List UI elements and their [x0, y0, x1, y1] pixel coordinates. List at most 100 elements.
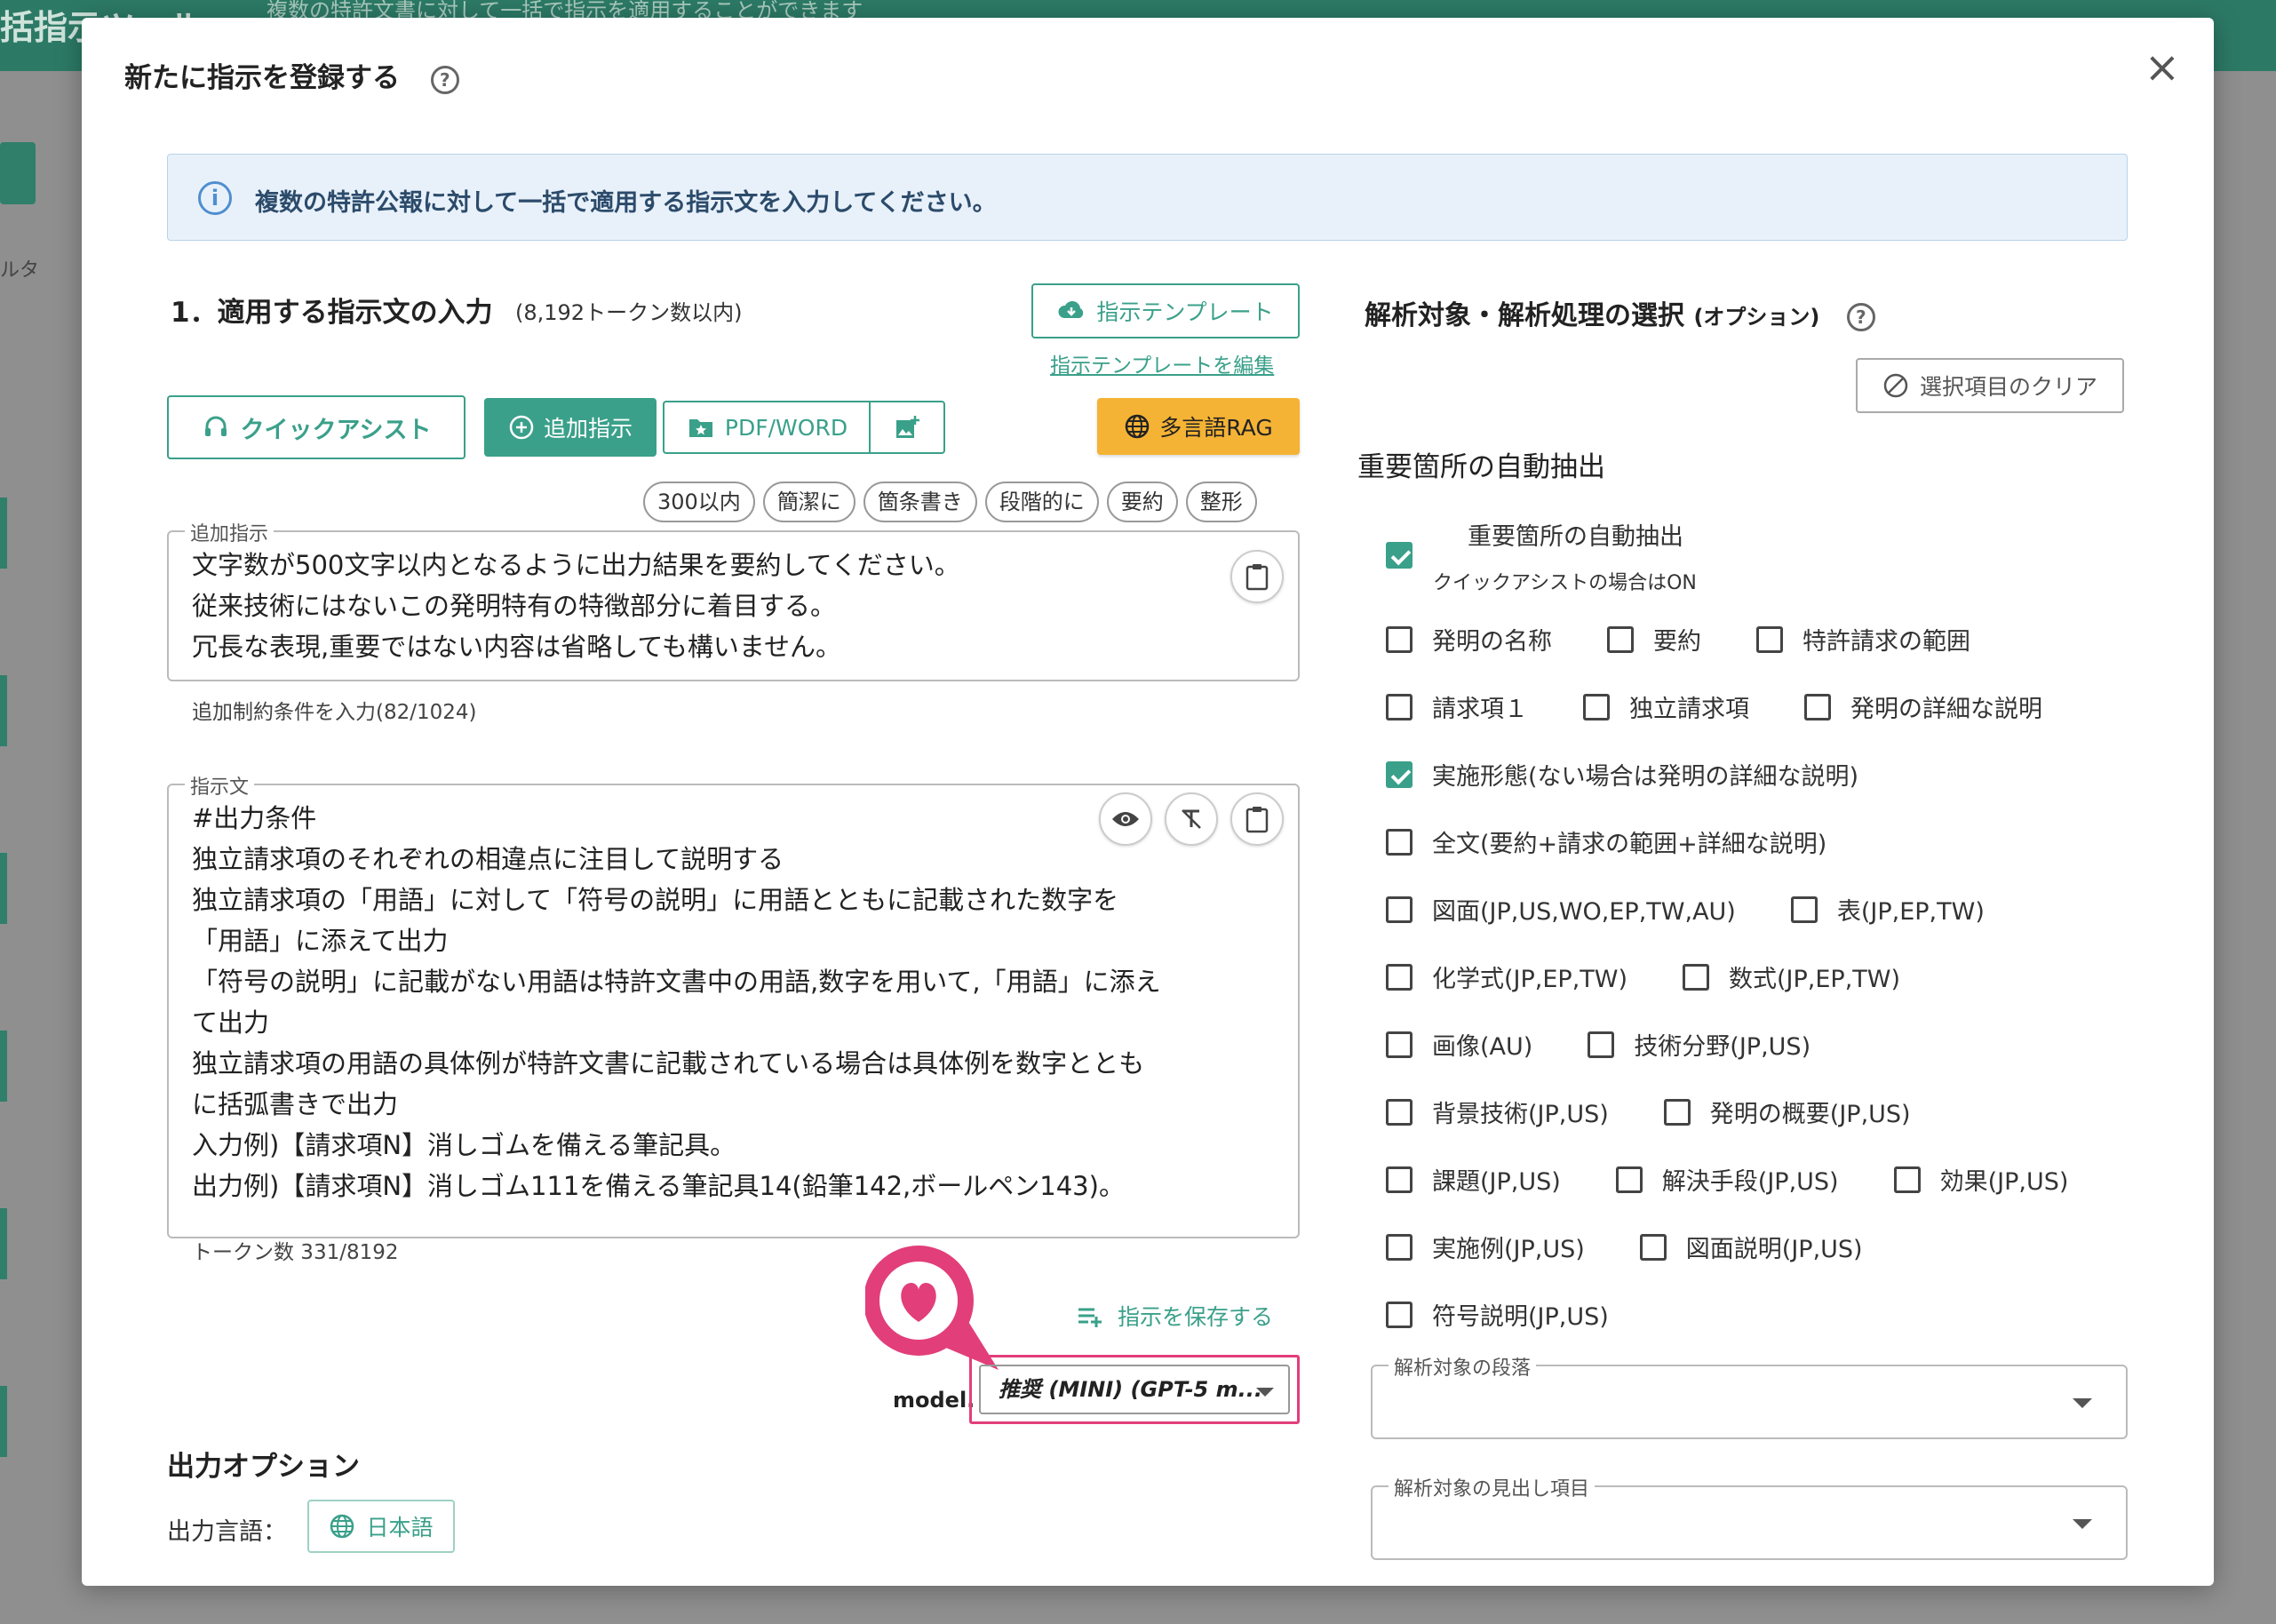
- clipboard-icon[interactable]: [1230, 550, 1284, 603]
- checkbox[interactable]: [1386, 1031, 1413, 1058]
- checkbox[interactable]: [1583, 693, 1610, 720]
- model-select[interactable]: 推奨 (MINI) (GPT-5 m...: [979, 1365, 1290, 1414]
- checkbox[interactable]: [1386, 896, 1413, 923]
- auto-extract-checkbox[interactable]: [1386, 542, 1413, 569]
- chip-summary[interactable]: 要約: [1106, 482, 1178, 522]
- clear-selection-button[interactable]: 選択項目のクリア: [1856, 358, 2124, 413]
- additional-instruction-legend: 追加指示: [185, 518, 275, 546]
- checkbox-row: 図面(JP,US,WO,EP,TW,AU) 表(JP,EP,TW): [1386, 892, 1985, 927]
- checkbox[interactable]: [1639, 1233, 1667, 1261]
- checkbox[interactable]: [1893, 1166, 1921, 1193]
- output-options-title: 出力オプション: [167, 1451, 360, 1483]
- clear-format-icon[interactable]: [1165, 792, 1218, 846]
- playlist-add-icon: [1078, 1308, 1102, 1327]
- dialog-title-text: 新たに指示を登録する: [124, 62, 400, 94]
- chip-step-by-step[interactable]: 段階的に: [984, 482, 1099, 522]
- background-row-marker: [0, 1031, 7, 1102]
- checkbox[interactable]: [1790, 896, 1818, 923]
- help-icon[interactable]: ?: [430, 65, 459, 94]
- checkbox-row: 符号説明(JP,US): [1386, 1297, 1609, 1332]
- background-row-marker: [0, 1386, 7, 1457]
- chip-format[interactable]: 整形: [1185, 482, 1257, 522]
- dialog-title: 新たに指示を登録する ?: [124, 55, 459, 95]
- checkbox-row: 化学式(JP,EP,TW) 数式(JP,EP,TW): [1386, 959, 1900, 994]
- pdf-word-button[interactable]: PDF/WORD: [663, 401, 871, 454]
- checkbox-label: 発明の詳細な説明: [1850, 696, 2042, 723]
- checkbox[interactable]: [1607, 625, 1634, 653]
- checkbox[interactable]: [1386, 1166, 1413, 1193]
- headset-icon: [204, 416, 227, 436]
- checkbox-row: 実施形態(ない場合は発明の詳細な説明): [1386, 757, 1858, 792]
- checkbox[interactable]: [1756, 625, 1783, 653]
- quick-assist-button[interactable]: クイックアシスト: [167, 395, 466, 459]
- help-icon[interactable]: ?: [1846, 302, 1875, 331]
- add-photo-icon: [896, 416, 919, 438]
- close-icon[interactable]: ×: [2145, 46, 2180, 89]
- checkbox[interactable]: [1588, 1031, 1615, 1058]
- checkbox[interactable]: [1386, 1301, 1413, 1328]
- add-image-button[interactable]: [869, 401, 945, 454]
- checkbox-label: 請求項１: [1432, 696, 1528, 723]
- checkbox[interactable]: [1683, 963, 1710, 991]
- model-select-highlight: 推奨 (MINI) (GPT-5 m...: [969, 1355, 1300, 1424]
- tab-bar: [167, 123, 748, 158]
- text-line: 文字数が500文字以内となるように出力結果を要約してください。: [192, 550, 960, 580]
- checkbox[interactable]: [1804, 693, 1831, 720]
- quick-chips: 300以内 簡潔に 箇条書き 段階的に 要約 整形: [643, 482, 1257, 522]
- heading-select-legend: 解析対象の見出し項目: [1389, 1473, 1596, 1501]
- checkbox[interactable]: [1663, 1098, 1691, 1126]
- instruction-text[interactable]: #出力条件 独立請求項のそれぞれの相違点に注目して説明する 独立請求項の「用語」に対…: [192, 798, 1161, 1206]
- checkbox[interactable]: [1386, 1233, 1413, 1261]
- checkbox-label: 符号説明(JP,US): [1432, 1303, 1609, 1331]
- template-button[interactable]: 指示テンプレート: [1031, 283, 1300, 338]
- auto-extract-note: クイックアシストの場合はON: [1433, 572, 1697, 594]
- chip-concise[interactable]: 簡潔に: [762, 482, 855, 522]
- multilingual-rag-button[interactable]: 多言語RAG: [1097, 398, 1300, 455]
- additional-instruction-field[interactable]: 追加指示 文字数が500文字以内となるように出力結果を要約してください。 従来技術…: [167, 518, 1300, 681]
- checkbox-label: 化学式(JP,EP,TW): [1432, 966, 1628, 993]
- checkbox-label: 技術分野(JP,US): [1634, 1033, 1811, 1061]
- save-instruction-link[interactable]: 指示を保存する: [1077, 1300, 1273, 1332]
- checkbox[interactable]: [1386, 963, 1413, 991]
- chip-bullets[interactable]: 箇条書き: [863, 482, 977, 522]
- globe-icon: [330, 1514, 354, 1539]
- checkbox-label: 発明の概要(JP,US): [1709, 1101, 1911, 1128]
- checkbox-row: 画像(AU) 技術分野(JP,US): [1386, 1027, 1810, 1062]
- checkbox[interactable]: [1386, 693, 1413, 720]
- checkbox-row: 請求項１ 独立請求項 発明の詳細な説明: [1386, 689, 2042, 724]
- checkbox[interactable]: [1386, 625, 1413, 653]
- checkbox[interactable]: [1386, 542, 1413, 569]
- checkbox[interactable]: [1386, 760, 1413, 788]
- analysis-target-title-suffix: (オプション): [1693, 305, 1820, 330]
- text-line: 従来技術にはないこの発明特有の特徴部分に着目する。: [192, 591, 837, 621]
- heading-select[interactable]: 解析対象の見出し項目: [1371, 1473, 2128, 1560]
- quick-assist-label: クイックアシスト: [240, 416, 432, 444]
- add-instruction-button[interactable]: 追加指示: [484, 398, 657, 457]
- checkbox[interactable]: [1615, 1166, 1643, 1193]
- checkbox-label: 独立請求項: [1629, 696, 1749, 723]
- edit-template-link[interactable]: 指示テンプレートを編集: [1050, 348, 1274, 378]
- text-line: 独立請求項の用語の具体例が特許文書に記載されている場合は具体例を数字ととも: [192, 1048, 1145, 1079]
- checkbox[interactable]: [1386, 1098, 1413, 1126]
- cloud-download-icon: [1058, 301, 1084, 318]
- checkbox-label: 画像(AU): [1432, 1033, 1533, 1061]
- text-line: に括弧書きで出力: [192, 1089, 399, 1119]
- text-line: 「符号の説明」に記載がない用語は特許文書中の用語,数字を用いて,「用語」に添え: [192, 967, 1161, 997]
- instruction-text-field[interactable]: 指示文 #出力条件 独立請求項のそれぞれの相違点に注目して説明する 独立請求項の「用…: [167, 771, 1300, 1238]
- checkbox-label: 解決手段(JP,US): [1661, 1168, 1839, 1196]
- clipboard-icon[interactable]: [1230, 792, 1284, 846]
- eye-icon[interactable]: [1099, 792, 1152, 846]
- rag-label: 多言語RAG: [1159, 415, 1273, 441]
- output-language-button[interactable]: 日本語: [307, 1500, 455, 1553]
- text-line: 冗長な表現,重要ではない内容は省略しても構いません。: [192, 632, 842, 662]
- text-line: 入力例)【請求項N】消しゴムを備える筆記具。: [192, 1130, 736, 1160]
- paragraph-select[interactable]: 解析対象の段落: [1371, 1352, 2128, 1439]
- text-line: 独立請求項の「用語」に対して「符号の説明」に用語とともに記載された数字を: [192, 885, 1119, 915]
- info-alert: i 複数の特許公報に対して一括で適用する指示文を入力してください。: [167, 154, 2128, 241]
- checkbox[interactable]: [1386, 828, 1413, 856]
- paragraph-select-legend: 解析対象の段落: [1389, 1352, 1537, 1381]
- model-label: model.: [893, 1388, 975, 1413]
- chip-within-300[interactable]: 300以内: [643, 482, 755, 522]
- checkbox-row: 発明の名称 要約 特許請求の範囲: [1386, 622, 1970, 657]
- additional-instruction-text[interactable]: 文字数が500文字以内となるように出力結果を要約してください。 従来技術にはないこ…: [192, 545, 960, 667]
